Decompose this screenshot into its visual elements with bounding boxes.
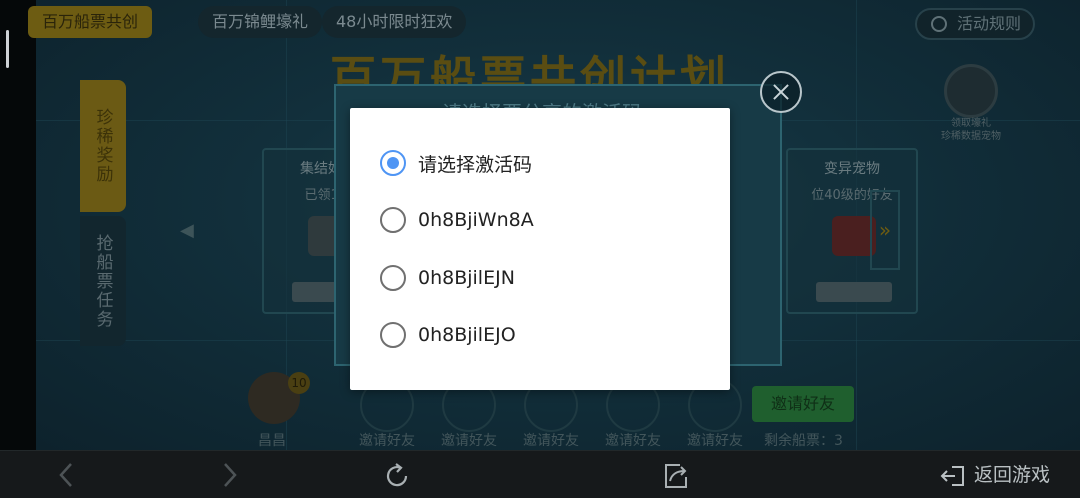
option-code-1[interactable]: 0h8BjiWn8A xyxy=(380,205,534,235)
option-select-code[interactable]: 请选择激活码 xyxy=(380,148,532,178)
option-label: 请选择激活码 xyxy=(418,153,533,176)
option-label: 0h8BjilEJN xyxy=(418,267,515,289)
option-label: 0h8BjilEJO xyxy=(418,324,516,346)
radio-icon[interactable] xyxy=(380,322,406,348)
chevron-left-icon[interactable] xyxy=(54,461,78,489)
share-icon[interactable] xyxy=(658,461,692,489)
refresh-icon[interactable] xyxy=(380,461,414,489)
option-code-3[interactable]: 0h8BjilEJO xyxy=(380,320,516,350)
option-code-2[interactable]: 0h8BjilEJN xyxy=(380,263,515,293)
option-label: 0h8BjiWn8A xyxy=(418,209,534,231)
return-label: 返回游戏 xyxy=(974,464,1051,486)
exit-icon xyxy=(940,461,966,489)
radio-icon[interactable] xyxy=(380,265,406,291)
return-to-game-button[interactable]: 返回游戏 xyxy=(940,461,1050,489)
radio-icon[interactable] xyxy=(380,207,406,233)
chevron-right-icon[interactable] xyxy=(218,461,242,489)
bottom-nav-bar: 返回游戏 xyxy=(0,450,1080,498)
activation-code-dialog: 请选择激活码 0h8BjiWn8A 0h8BjilEJN 0h8BjilEJO xyxy=(350,108,730,390)
radio-checked-icon[interactable] xyxy=(380,150,406,176)
